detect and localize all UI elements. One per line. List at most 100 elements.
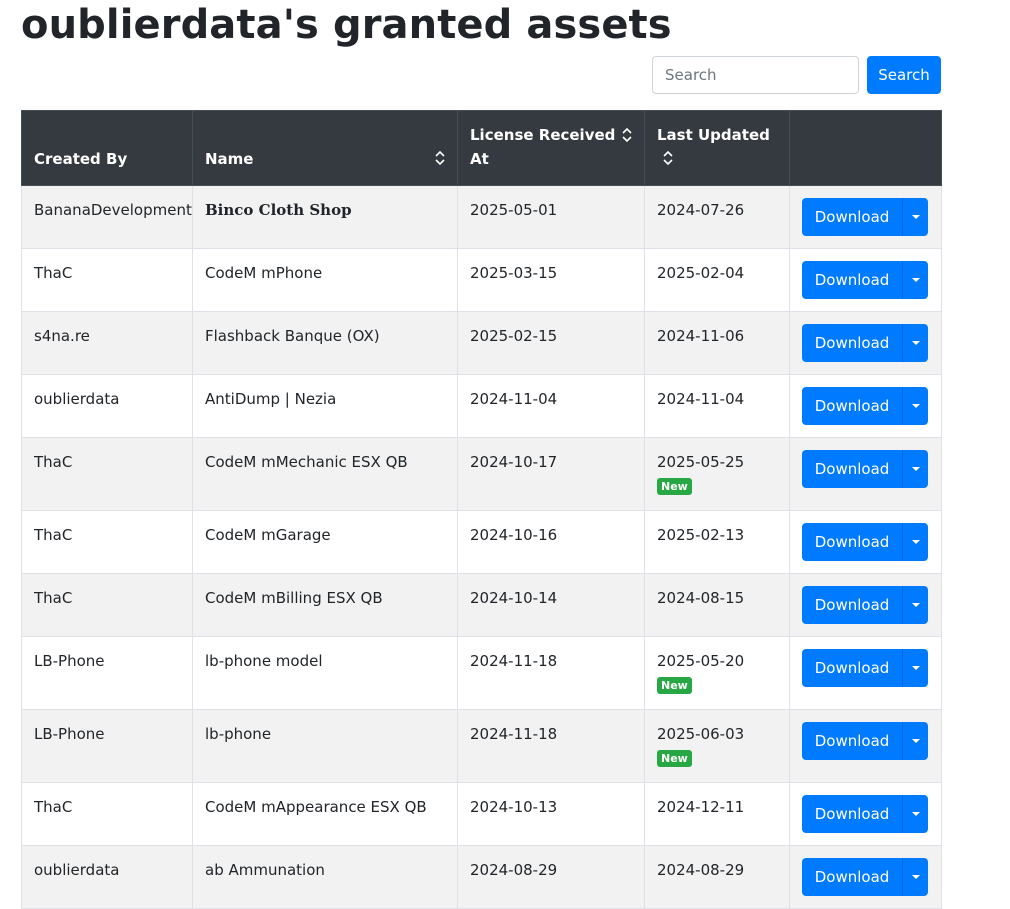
download-button[interactable]: Download xyxy=(802,649,902,687)
cell-license-received: 2024-10-16 xyxy=(457,510,645,574)
download-dropdown-toggle[interactable] xyxy=(902,586,928,624)
column-header-created-by: Created By xyxy=(21,110,193,186)
sort-icon[interactable] xyxy=(621,127,633,143)
download-button[interactable]: Download xyxy=(802,261,902,299)
caret-down-icon xyxy=(911,666,920,670)
column-header-license-received[interactable]: License Received At xyxy=(457,110,645,186)
table-row: LB-Phone lb-phone model 2024-11-18 2025-05-… xyxy=(21,636,942,710)
asset-name: ab Ammunation xyxy=(205,861,325,879)
download-button[interactable]: Download xyxy=(802,523,902,561)
cell-name: CodeM mGarage xyxy=(192,510,458,574)
download-button-group: Download xyxy=(802,387,928,425)
cell-created-by: ThaC xyxy=(21,573,193,637)
download-button[interactable]: Download xyxy=(802,198,902,236)
download-button-group: Download xyxy=(802,523,928,561)
download-button[interactable]: Download xyxy=(802,324,902,362)
sort-icon[interactable] xyxy=(662,150,674,166)
asset-name: CodeM mBilling ESX QB xyxy=(205,589,383,607)
cell-name: Flashback Banque (OX) xyxy=(192,311,458,375)
download-dropdown-toggle[interactable] xyxy=(902,649,928,687)
cell-license-received: 2024-11-18 xyxy=(457,709,645,783)
cell-name: Binco Cloth Shop xyxy=(192,185,458,249)
cell-actions: Download xyxy=(789,782,942,846)
cell-actions: Download xyxy=(789,845,942,909)
cell-actions: Download xyxy=(789,311,942,375)
download-dropdown-toggle[interactable] xyxy=(902,387,928,425)
cell-last-updated: 2025-05-20 New xyxy=(644,636,790,710)
asset-name: lb-phone model xyxy=(205,652,323,670)
cell-actions: Download xyxy=(789,573,942,637)
table-row: LB-Phone lb-phone 2024-11-18 2025-06-03 New D… xyxy=(21,709,942,783)
cell-license-received: 2025-02-15 xyxy=(457,311,645,375)
cell-name: CodeM mAppearance ESX QB xyxy=(192,782,458,846)
cell-license-received: 2025-03-15 xyxy=(457,248,645,312)
cell-name: CodeM mBilling ESX QB xyxy=(192,573,458,637)
download-button[interactable]: Download xyxy=(802,586,902,624)
asset-name: AntiDump | Nezia xyxy=(205,390,337,408)
cell-actions: Download xyxy=(789,248,942,312)
new-badge: New xyxy=(657,677,692,694)
caret-down-icon xyxy=(911,278,920,282)
download-button[interactable]: Download xyxy=(802,795,902,833)
download-button[interactable]: Download xyxy=(802,858,902,896)
last-updated-date: 2025-02-13 xyxy=(657,526,745,544)
cell-last-updated: 2025-02-13 xyxy=(644,510,790,574)
download-dropdown-toggle[interactable] xyxy=(902,261,928,299)
cell-last-updated: 2024-12-11 xyxy=(644,782,790,846)
cell-created-by: ThaC xyxy=(21,782,193,846)
table-row: ThaC CodeM mAppearance ESX QB 2024-10-13 20… xyxy=(21,782,942,846)
table-row: oublierdata ab Ammunation 2024-08-29 2024-0… xyxy=(21,845,942,909)
download-dropdown-toggle[interactable] xyxy=(902,198,928,236)
column-header-name[interactable]: Name xyxy=(192,110,458,186)
download-dropdown-toggle[interactable] xyxy=(902,795,928,833)
column-header-last-updated[interactable]: Last Updated xyxy=(644,110,790,186)
sort-icon[interactable] xyxy=(434,150,446,166)
cell-last-updated: 2025-02-04 xyxy=(644,248,790,312)
cell-created-by: LB-Phone xyxy=(21,636,193,710)
last-updated-date: 2025-05-20 xyxy=(657,652,745,670)
search-button[interactable]: Search xyxy=(867,56,941,94)
search-bar: Search xyxy=(652,56,941,94)
download-dropdown-toggle[interactable] xyxy=(902,858,928,896)
cell-actions: Download xyxy=(789,437,942,511)
cell-actions: Download xyxy=(789,510,942,574)
last-updated-date: 2024-11-06 xyxy=(657,327,745,345)
cell-license-received: 2024-10-13 xyxy=(457,782,645,846)
cell-created-by: s4na.re xyxy=(21,311,193,375)
cell-created-by: LB-Phone xyxy=(21,709,193,783)
download-dropdown-toggle[interactable] xyxy=(902,722,928,760)
cell-actions: Download xyxy=(789,374,942,438)
caret-down-icon xyxy=(911,404,920,408)
download-dropdown-toggle[interactable] xyxy=(902,324,928,362)
cell-name: ab Ammunation xyxy=(192,845,458,909)
asset-name: lb-phone xyxy=(205,725,272,743)
download-button-group: Download xyxy=(802,722,928,760)
download-dropdown-toggle[interactable] xyxy=(902,450,928,488)
table-header-row: Created By Name License Received At Last… xyxy=(21,110,942,186)
new-badge: New xyxy=(657,478,692,495)
cell-name: AntiDump | Nezia xyxy=(192,374,458,438)
download-dropdown-toggle[interactable] xyxy=(902,523,928,561)
cell-name: lb-phone model xyxy=(192,636,458,710)
assets-table: Created By Name License Received At Last… xyxy=(21,110,942,909)
download-button[interactable]: Download xyxy=(802,722,902,760)
asset-name: CodeM mPhone xyxy=(205,264,323,282)
download-button-group: Download xyxy=(802,324,928,362)
cell-created-by: oublierdata xyxy=(21,845,193,909)
cell-license-received: 2024-10-14 xyxy=(457,573,645,637)
page-title: oublierdata's granted assets xyxy=(21,2,672,48)
cell-created-by: oublierdata xyxy=(21,374,193,438)
table-row: ThaC CodeM mPhone 2025-03-15 2025-02-04 Down… xyxy=(21,248,942,312)
cell-license-received: 2024-10-17 xyxy=(457,437,645,511)
download-button[interactable]: Download xyxy=(802,387,902,425)
table-row: BananaDevelopment Binco Cloth Shop 2025-05… xyxy=(21,185,942,249)
download-button-group: Download xyxy=(802,858,928,896)
asset-name: Flashback Banque (OX) xyxy=(205,327,380,345)
caret-down-icon xyxy=(911,540,920,544)
download-button-group: Download xyxy=(802,649,928,687)
asset-name: CodeM mMechanic ESX QB xyxy=(205,453,408,471)
search-input[interactable] xyxy=(652,56,859,94)
download-button[interactable]: Download xyxy=(802,450,902,488)
last-updated-date: 2025-02-04 xyxy=(657,264,745,282)
cell-license-received: 2024-08-29 xyxy=(457,845,645,909)
